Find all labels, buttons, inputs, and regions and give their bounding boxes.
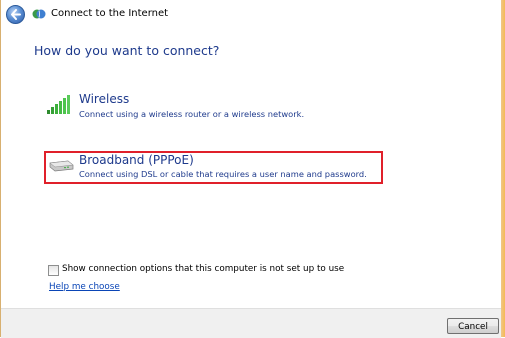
window-frame-left <box>0 0 1 337</box>
window-frame-right <box>501 0 505 337</box>
option-broadband-description: Connect using DSL or cable that requires… <box>79 169 367 179</box>
signal-bars-icon <box>47 95 70 114</box>
option-wireless[interactable]: Wireless Connect using a wireless router… <box>44 92 384 124</box>
option-broadband[interactable]: Broadband (PPPoE) Connect using DSL or c… <box>44 151 383 184</box>
show-options-checkbox[interactable] <box>48 265 59 276</box>
network-globe-icon <box>32 9 46 19</box>
option-wireless-title: Wireless <box>79 92 130 106</box>
page-heading: How do you want to connect? <box>34 43 220 58</box>
connect-dialog: Connect to the Internet How do you want … <box>0 0 505 338</box>
back-arrow-icon <box>11 9 21 20</box>
option-broadband-title: Broadband (PPPoE) <box>79 153 194 167</box>
back-button[interactable] <box>6 5 25 24</box>
option-wireless-description: Connect using a wireless router or a wir… <box>79 109 305 119</box>
help-me-choose-link[interactable]: Help me choose <box>49 282 120 292</box>
modem-icon <box>49 160 74 172</box>
cancel-button[interactable]: Cancel <box>447 318 499 334</box>
window-title: Connect to the Internet <box>51 8 169 19</box>
button-bar <box>1 308 501 338</box>
title-bar: Connect to the Internet <box>1 0 501 34</box>
show-options-label[interactable]: Show connection options that this comput… <box>62 264 344 274</box>
